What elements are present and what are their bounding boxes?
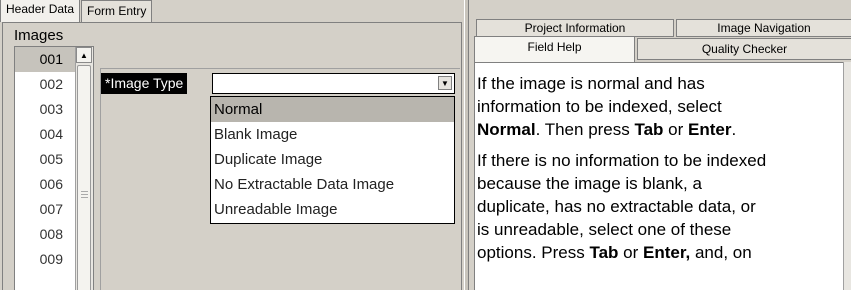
field-help-text: If the image is normal and has informati… (477, 72, 832, 272)
tab-form-entry[interactable]: Form Entry (81, 0, 153, 22)
list-item-009[interactable]: 009 (15, 247, 75, 272)
option-duplicate-image[interactable]: Duplicate Image (211, 147, 454, 172)
scroll-thumb[interactable] (77, 65, 91, 290)
left-tab-strip: Header Data Form Entry (0, 0, 153, 22)
help-paragraph-1: If the image is normal and has informati… (477, 74, 737, 139)
help-paragraph-2: If there is no information to be indexed… (477, 151, 767, 262)
list-item-004[interactable]: 004 (15, 122, 75, 147)
image-type-dropdown[interactable]: Normal Blank Image Duplicate Image No Ex… (210, 96, 455, 224)
list-item-007[interactable]: 007 (15, 197, 75, 222)
tab-header-data[interactable]: Header Data (0, 0, 81, 22)
list-item-003[interactable]: 003 (15, 97, 75, 122)
image-type-combo[interactable]: ▼ (212, 73, 455, 94)
chevron-down-icon[interactable]: ▼ (438, 76, 452, 90)
tab-quality-checker[interactable]: Quality Checker (637, 38, 851, 60)
tab-image-navigation[interactable]: Image Navigation (676, 19, 851, 37)
scroll-grip-icon (81, 191, 88, 199)
help-scrollbar[interactable] (843, 62, 851, 290)
image-type-label: *Image Type (101, 73, 188, 94)
tab-project-information[interactable]: Project Information (476, 19, 674, 37)
option-unreadable-image[interactable]: Unreadable Image (211, 197, 454, 222)
image-list-scrollbar[interactable]: ▲ (75, 47, 93, 290)
list-item-001[interactable]: 001 (15, 47, 75, 72)
images-label: Images (14, 27, 64, 44)
image-list: 001 002 003 004 005 006 007 008 009 ▲ (14, 46, 94, 290)
list-item-002[interactable]: 002 (15, 72, 75, 97)
option-blank-image[interactable]: Blank Image (211, 122, 454, 147)
option-normal[interactable]: Normal (211, 97, 454, 122)
option-no-extractable-data-image[interactable]: No Extractable Data Image (211, 172, 454, 197)
list-item-006[interactable]: 006 (15, 172, 75, 197)
tab-field-help[interactable]: Field Help (474, 36, 635, 63)
list-item-005[interactable]: 005 (15, 147, 75, 172)
list-item-008[interactable]: 008 (15, 222, 75, 247)
scroll-up-arrow-icon[interactable]: ▲ (76, 47, 92, 63)
